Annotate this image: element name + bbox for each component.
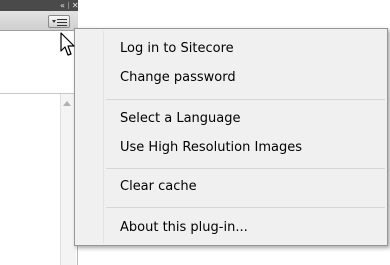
menu-icon xyxy=(57,22,67,23)
menu-icon xyxy=(57,25,67,26)
menu-item-change-password[interactable]: Change password xyxy=(120,68,236,88)
panel-controls: « ✕ xyxy=(60,0,79,11)
menu-item-select-language[interactable]: Select a Language xyxy=(120,109,241,129)
menu-item-high-resolution-images[interactable]: Use High Resolution Images xyxy=(120,138,302,158)
menu-separator xyxy=(106,168,385,169)
menu-separator xyxy=(106,99,385,100)
menu-item-about-plugin[interactable]: About this plug-in... xyxy=(120,218,248,238)
controls-divider xyxy=(67,2,69,9)
panel-menu: Log in to Sitecore Change password Selec… xyxy=(74,28,388,246)
menu-item-clear-cache[interactable]: Clear cache xyxy=(120,177,197,197)
close-icon[interactable]: ✕ xyxy=(72,0,79,11)
panel-menu-button[interactable] xyxy=(48,15,70,28)
scroll-up-icon[interactable] xyxy=(63,101,71,106)
mouse-cursor-icon xyxy=(60,32,75,56)
menu-icon xyxy=(57,19,67,20)
menu-gutter-line xyxy=(103,31,104,243)
dropdown-arrow-icon xyxy=(52,20,56,23)
collapse-icon[interactable]: « xyxy=(60,0,65,11)
menu-item-log-in[interactable]: Log in to Sitecore xyxy=(120,39,234,59)
menu-separator xyxy=(106,207,385,208)
menu-gutter xyxy=(75,29,103,245)
